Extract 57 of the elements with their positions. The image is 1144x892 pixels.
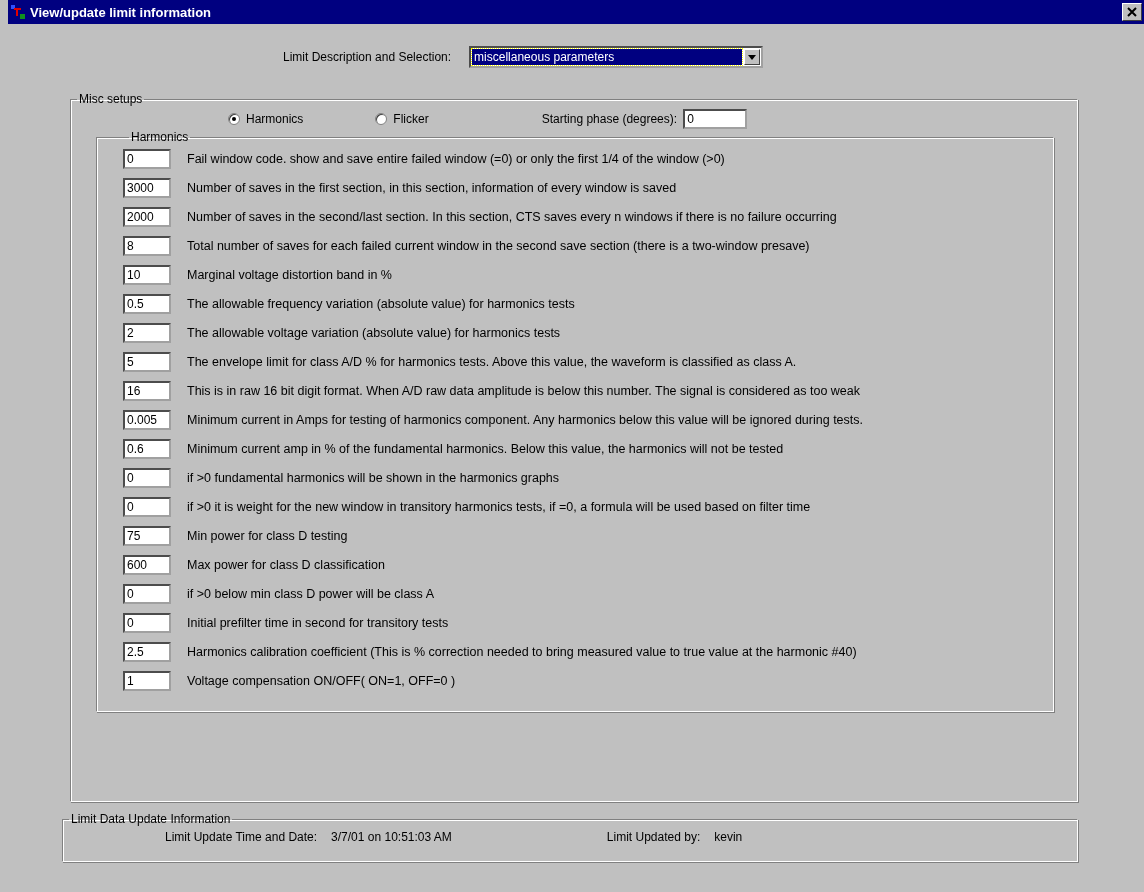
- input-field[interactable]: 0: [123, 467, 171, 488]
- input-field[interactable]: 0.5: [123, 293, 171, 314]
- input-field[interactable]: 600: [123, 554, 171, 575]
- window-title: View/update limit information: [30, 4, 213, 20]
- field-description: if >0 it is weight for the new window in transitory harmonics tests, if =0, a formula will be used based on filter time: [187, 499, 811, 514]
- input-field[interactable]: 0: [123, 583, 171, 604]
- input-field[interactable]: 0.005: [123, 409, 171, 430]
- field-description: Marginal voltage distortion band in %: [187, 267, 392, 282]
- input-field[interactable]: 0.6: [123, 438, 171, 459]
- group-title: Limit Data Update Information: [70, 812, 232, 826]
- field-description: Voltage compensation ON/OFF( ON=1, OFF=0 ): [187, 673, 456, 688]
- field-label: Limit Update Time and Date:: [165, 830, 318, 844]
- input-field[interactable]: 0: [123, 496, 171, 517]
- field-label: Starting phase (degrees):: [541, 112, 678, 126]
- close-icon: [1127, 7, 1137, 17]
- field-description: Total number of saves for each failed current window in the second save section (there is a two-window presave): [187, 238, 810, 253]
- radio-button[interactable]: Harmonics: [228, 112, 304, 126]
- input-field[interactable]: 2: [123, 322, 171, 343]
- input-field[interactable]: 16: [123, 380, 171, 401]
- selection-label: Limit Description and Selection:: [283, 50, 452, 64]
- field-description: Fail window code. show and save entire failed window (=0) or only the first 1/4 of the window (>0): [187, 151, 725, 166]
- field-description: Number of saves in the second/last section. In this section, CTS saves every n windows if there is no failure occurring: [187, 209, 837, 224]
- field-description: Harmonics calibration coefficient (This is % correction needed to bring measured value to true value at the harmonic #40): [187, 644, 857, 659]
- field-description: This is in raw 16 bit digit format. When A/D raw data amplitude is below this number. The signal is considered as too weak: [187, 383, 860, 398]
- input-field[interactable]: 75: [123, 525, 171, 546]
- input-field[interactable]: 0: [123, 148, 171, 169]
- field-description: The envelope limit for class A/D % for harmonics tests. Above this value, the waveform is classified as class A.: [187, 354, 797, 369]
- input-field[interactable]: 8: [123, 235, 171, 256]
- field-description: Initial prefilter time in second for transitory tests: [187, 615, 449, 630]
- radio-indicator[interactable]: [375, 113, 388, 125]
- field-description: The allowable frequency variation (absolute value) for harmonics tests: [187, 296, 575, 311]
- field-description: Max power for class D classification: [187, 557, 385, 572]
- field-description: Minimum current in Amps for testing of harmonics component. Any harmonics below this value will be ignored during tests.: [187, 412, 863, 427]
- field-description: The allowable voltage variation (absolute value) for harmonics tests: [187, 325, 561, 340]
- input-field[interactable]: 0: [683, 109, 748, 129]
- field-description: Min power for class D testing: [187, 528, 348, 543]
- app-icon: [10, 4, 26, 20]
- input-field[interactable]: 5: [123, 351, 171, 372]
- group-title: Harmonics: [130, 130, 190, 144]
- field-description: if >0 below min class D power will be class A: [187, 586, 434, 601]
- input-field[interactable]: 2000: [123, 206, 171, 227]
- selection-dropdown[interactable]: miscellaneous parameters: [469, 46, 764, 68]
- radio-indicator[interactable]: [228, 113, 240, 125]
- field-value: kevin: [714, 830, 743, 844]
- group-title: Misc setups: [78, 92, 144, 106]
- input-field[interactable]: 1: [123, 670, 171, 691]
- field-label: Limit Updated by:: [606, 830, 701, 844]
- input-field[interactable]: 0: [123, 612, 171, 633]
- input-field[interactable]: 3000: [123, 177, 171, 198]
- field-description: Minimum current amp in % of the fundamental harmonics. Below this value, the harmonics will not be tested: [187, 441, 784, 456]
- field-description: if >0 fundamental harmonics will be shown in the harmonics graphs: [187, 470, 560, 485]
- field-description: Number of saves in the first section, in this section, information of every window is saved: [187, 180, 677, 195]
- close-button[interactable]: [1122, 3, 1142, 21]
- field-value: 3/7/01 on 10:51:03 AM: [331, 830, 452, 844]
- input-field[interactable]: 10: [123, 264, 171, 285]
- radio-button[interactable]: Flicker: [375, 112, 429, 126]
- input-field[interactable]: 2.5: [123, 641, 171, 662]
